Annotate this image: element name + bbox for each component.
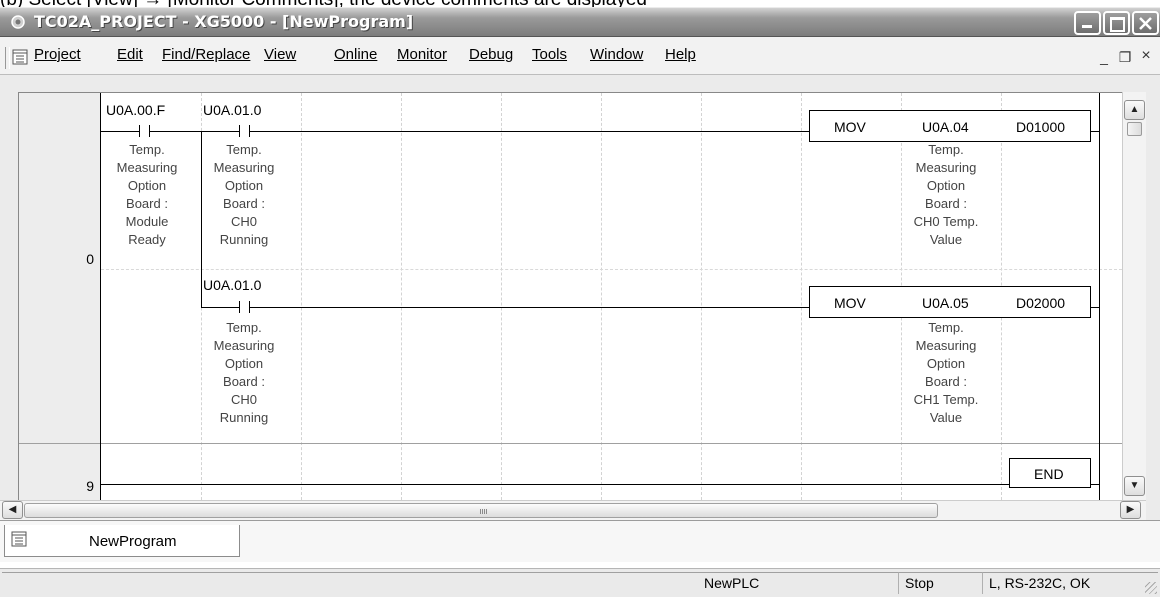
app-icon — [11, 15, 25, 29]
menu-online[interactable]: Online — [334, 46, 377, 63]
wire — [1090, 484, 1099, 485]
wire — [201, 307, 239, 308]
wire — [101, 131, 139, 132]
contact-device-label[interactable]: U0A.00.F — [106, 102, 165, 118]
menu-help[interactable]: Help — [665, 46, 696, 63]
wire — [1090, 131, 1099, 132]
left-power-rail — [100, 93, 101, 500]
status-bar: NewPLC Stop L, RS-232C, OK — [0, 568, 1160, 597]
contact-device-label[interactable]: U0A.01.0 — [203, 277, 261, 293]
instruction-op: MOV — [834, 295, 866, 311]
contact-symbol — [139, 125, 140, 137]
mov-instruction-box[interactable]: MOV U0A.04 D01000 — [809, 110, 1091, 142]
mov-instruction-box[interactable]: MOV U0A.05 D02000 — [809, 286, 1091, 318]
mdi-close-button[interactable]: × — [1138, 47, 1154, 65]
scroll-down-button[interactable]: ▼ — [1124, 476, 1145, 496]
grid-line — [801, 93, 802, 500]
grid-line — [501, 93, 502, 500]
scroll-right-button[interactable]: ▶ — [1120, 501, 1141, 519]
instruction-destination: D02000 — [1016, 295, 1066, 311]
maximize-button[interactable] — [1103, 11, 1130, 35]
end-instruction-box[interactable]: END — [1009, 458, 1091, 488]
resize-grip[interactable] — [1145, 582, 1157, 594]
program-doc-icon[interactable] — [12, 49, 28, 65]
scroll-grip — [480, 509, 487, 514]
device-comment: Temp. Measuring Option Board : CH0 Temp. Va… — [913, 142, 979, 247]
horizontal-scroll-thumb[interactable] — [24, 503, 938, 518]
contact-device-label[interactable]: U0A.01.0 — [203, 102, 261, 118]
close-icon — [1139, 17, 1152, 30]
grid-line — [301, 93, 302, 500]
device-comment: Temp. Measuring Option Board : Module Ready — [116, 142, 178, 247]
grid-line — [601, 93, 602, 500]
menu-view[interactable]: View — [264, 46, 296, 63]
vertical-scroll-thumb[interactable] — [1127, 122, 1142, 136]
window-title: TC02A_PROJECT - XG5000 - [NewProgram] — [34, 12, 414, 31]
wire — [150, 131, 239, 132]
menu-tools[interactable]: Tools — [532, 46, 567, 63]
menu-window[interactable]: Window — [590, 46, 643, 63]
wire — [250, 131, 809, 132]
minimize-button[interactable] — [1074, 11, 1101, 35]
status-connection: L, RS-232C, OK — [982, 572, 1158, 594]
menu-find-replace[interactable]: Find/Replace — [162, 46, 250, 63]
status-mode: Stop — [898, 572, 982, 594]
grid-line — [701, 93, 702, 500]
rung-number: 0 — [86, 251, 94, 267]
instruction-op: MOV — [834, 119, 866, 135]
menu-bar: Project Edit Find/Replace View Online Mo… — [0, 37, 1160, 75]
scroll-left-button[interactable]: ◀ — [2, 501, 23, 519]
toolbar-grip[interactable] — [5, 47, 10, 69]
rung-separator — [19, 443, 1122, 444]
device-comment: Temp. Measuring Option Board : CH0 Running — [213, 320, 275, 425]
scroll-up-button[interactable]: ▲ — [1124, 100, 1145, 120]
branch-wire — [201, 131, 202, 307]
mdi-restore-button[interactable]: ❐ — [1117, 49, 1133, 66]
program-doc-icon — [11, 531, 27, 547]
device-comment: Temp. Measuring Option Board : CH1 Temp. Va… — [913, 320, 979, 425]
instruction-destination: D01000 — [1016, 119, 1066, 135]
device-comment: Temp. Measuring Option Board : CH0 Running — [213, 142, 275, 247]
ladder-editor[interactable]: 0 9 U0A.00.F U0A.01.0 Temp. Measuring Opt… — [18, 92, 1123, 501]
program-tab-strip: NewProgram — [0, 520, 1160, 562]
wire — [101, 484, 1009, 485]
contact-symbol — [239, 301, 240, 313]
grid-line — [401, 93, 402, 500]
contact-symbol — [239, 125, 240, 137]
rung-number: 9 — [86, 478, 94, 494]
horizontal-scrollbar[interactable]: ◀ ▶ — [0, 500, 1146, 520]
vertical-scrollbar[interactable]: ▲ ▼ — [1122, 92, 1146, 501]
right-power-rail — [1099, 93, 1100, 500]
mdi-minimize-button[interactable]: _ — [1096, 49, 1112, 65]
wire — [250, 307, 809, 308]
tab-label: NewProgram — [89, 533, 177, 550]
close-button[interactable] — [1132, 11, 1159, 35]
rung-number-column: 0 9 — [19, 93, 101, 500]
status-message — [2, 572, 698, 594]
menu-monitor[interactable]: Monitor — [397, 46, 447, 63]
menu-debug[interactable]: Debug — [469, 46, 513, 63]
grid-line — [101, 269, 1122, 270]
tab-newprogram[interactable]: NewProgram — [4, 525, 240, 557]
instruction-source: U0A.05 — [922, 295, 969, 311]
instruction-source: U0A.04 — [922, 119, 969, 135]
menu-edit[interactable]: Edit — [117, 46, 143, 63]
title-bar[interactable]: TC02A_PROJECT - XG5000 - [NewProgram] — [0, 7, 1160, 37]
status-plc-name: NewPLC — [698, 572, 898, 594]
menu-project[interactable]: Project — [34, 46, 81, 63]
wire — [1090, 307, 1099, 308]
instruction-op: END — [1034, 466, 1064, 482]
